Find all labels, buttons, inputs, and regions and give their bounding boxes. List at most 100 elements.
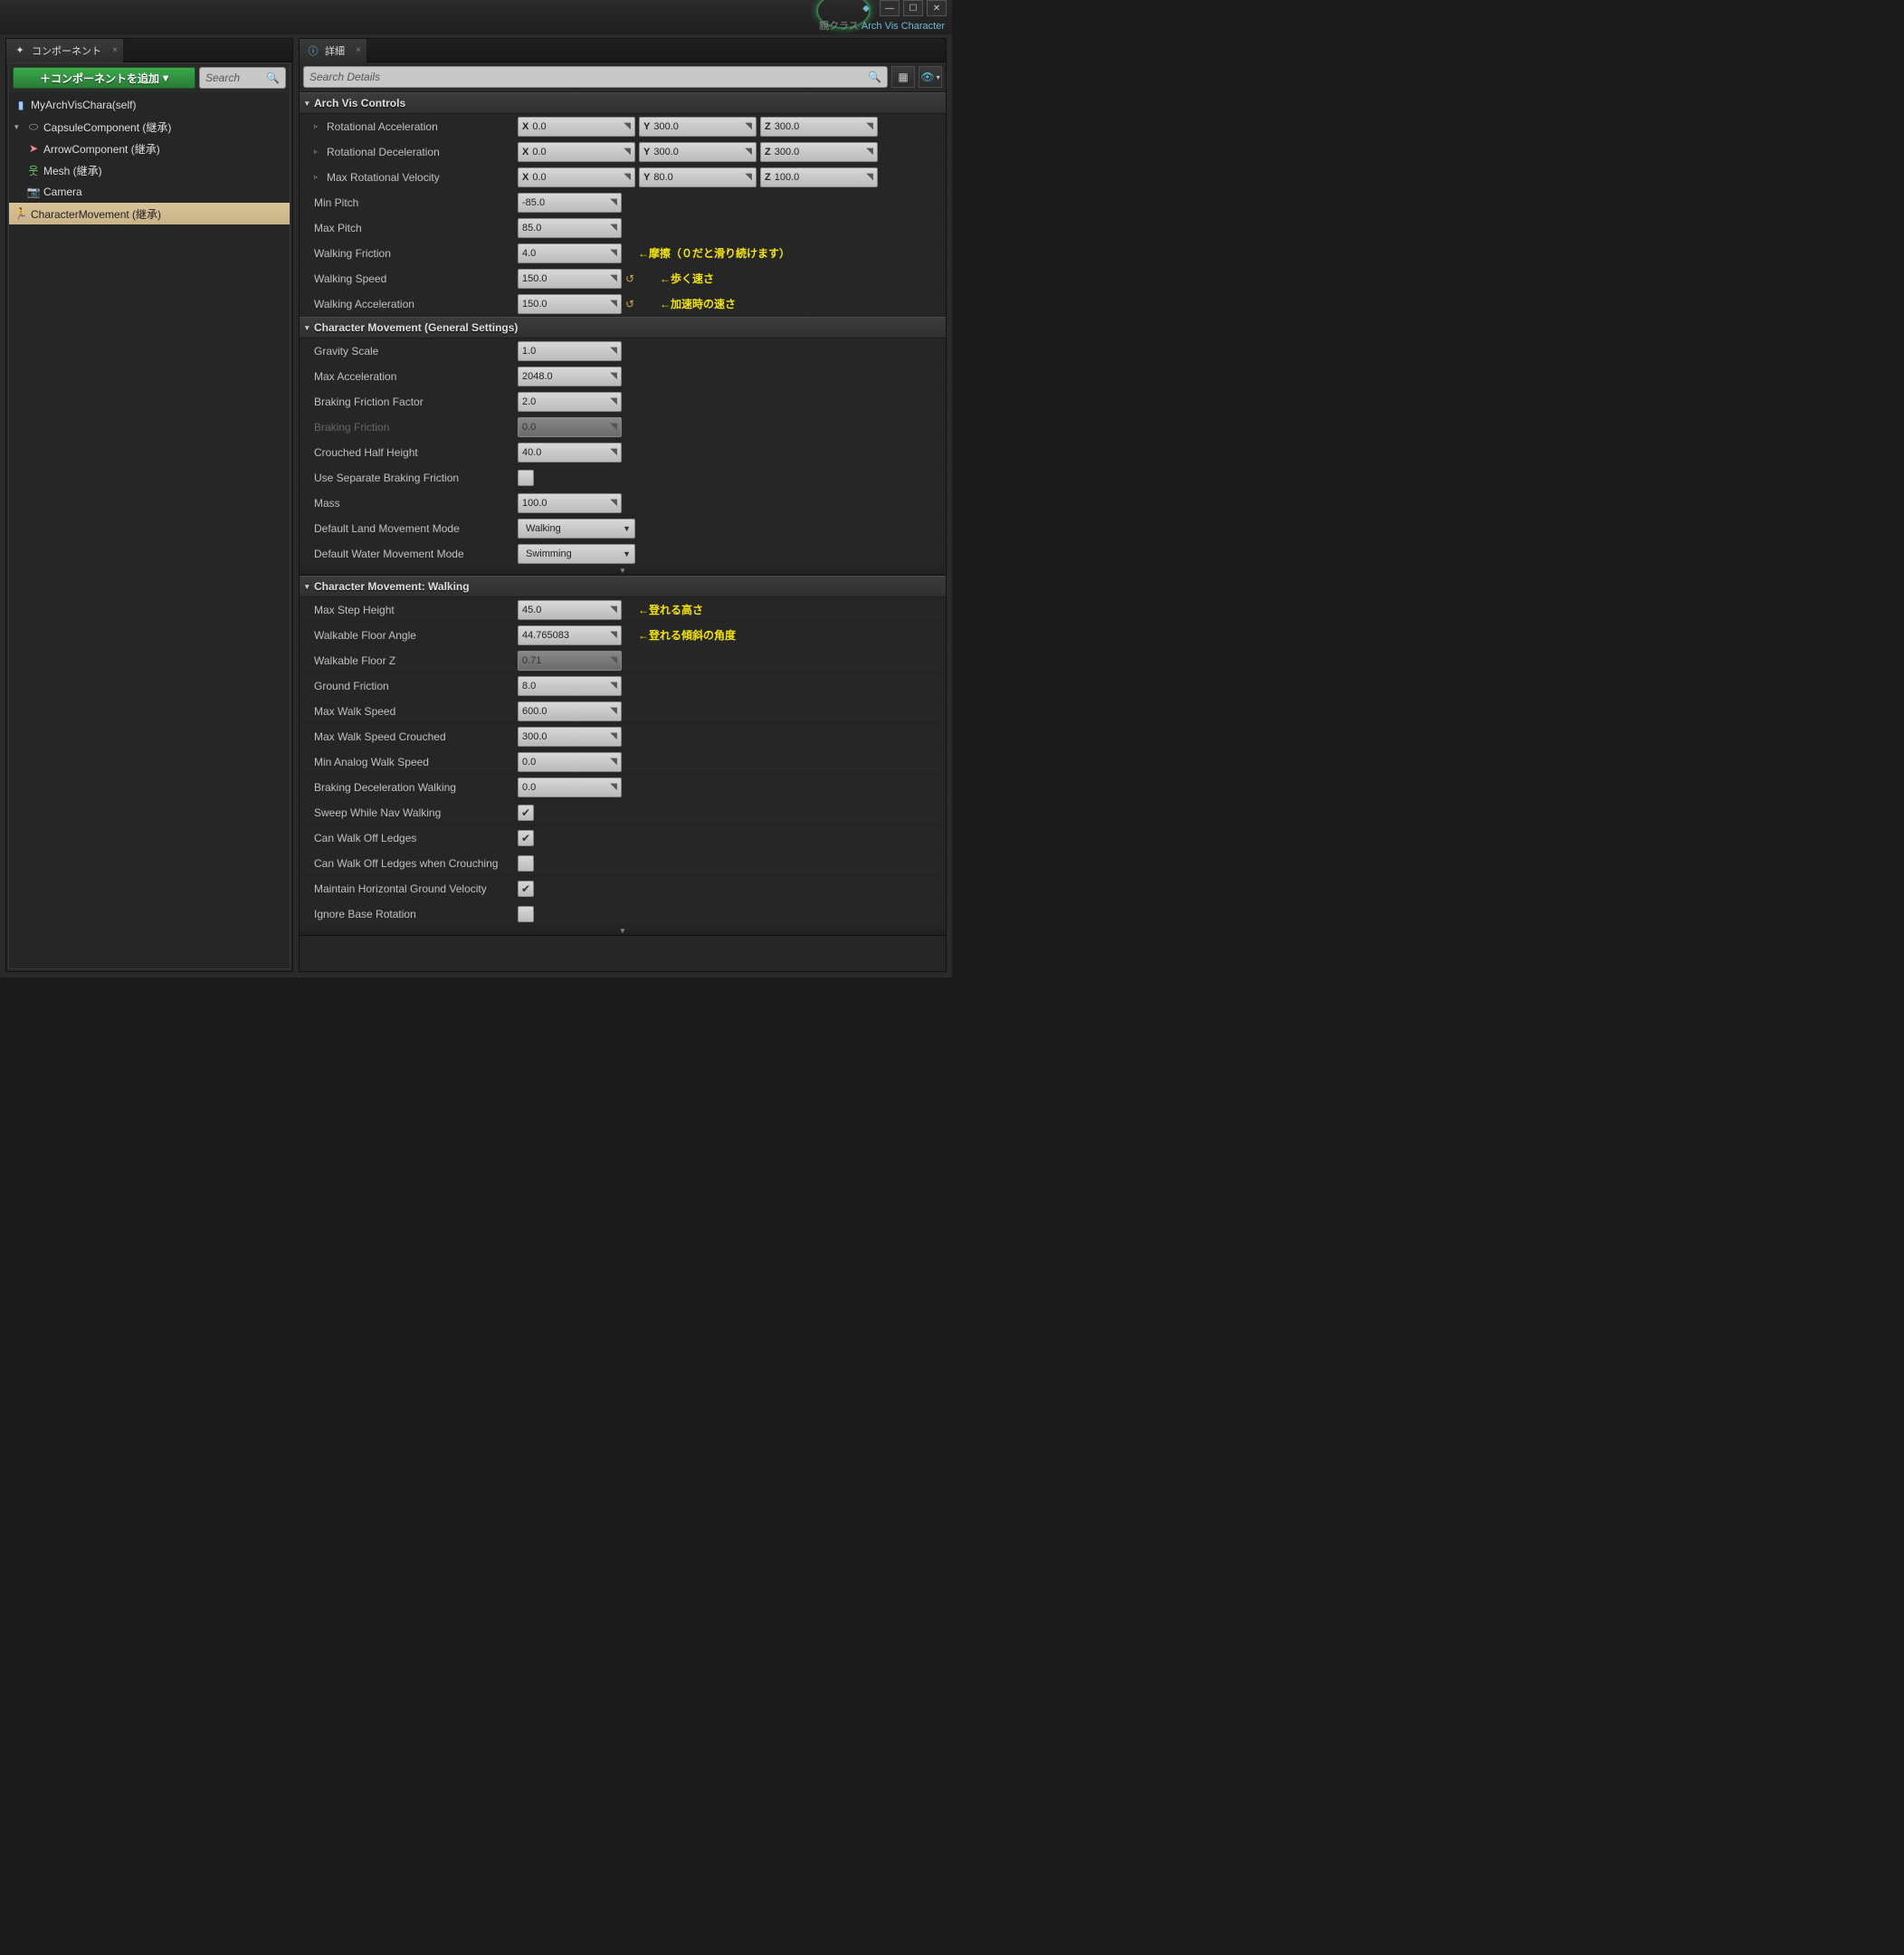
chevron-down-icon: ▾ — [937, 73, 940, 81]
canwalkoffc-checkbox[interactable] — [518, 855, 534, 872]
category-archvis[interactable]: ▾Arch Vis Controls — [300, 92, 946, 114]
gravity-input[interactable]: 1.0◥ — [518, 341, 622, 361]
details-tab[interactable]: ⓘ 詳細 × — [300, 39, 367, 62]
rotdecel-x-input[interactable]: X0.0◥ — [518, 142, 635, 162]
maxstep-input[interactable]: 45.0◥ — [518, 600, 622, 620]
mass-input[interactable]: 100.0◥ — [518, 493, 622, 513]
ignorebaserot-checkbox[interactable] — [518, 906, 534, 922]
prop-label[interactable]: ▹Rotational Deceleration — [314, 146, 518, 158]
tab-close-icon[interactable]: × — [356, 45, 361, 55]
prop-maintain-horizontal-ground-velocity: Maintain Horizontal Ground Velocity✔ — [300, 876, 946, 901]
tree-charmove[interactable]: 🏃 CharacterMovement (継承) — [9, 203, 290, 224]
prop-label: Braking Friction — [314, 421, 518, 434]
annotation: ←摩擦（０だと滑り続けます） — [638, 245, 790, 261]
minpitch-input[interactable]: -85.0◥ — [518, 193, 622, 213]
tree-label: ArrowComponent (継承) — [43, 141, 160, 157]
tree-mesh[interactable]: 웃 Mesh (継承) — [9, 159, 290, 181]
brakedecelw-input[interactable]: 0.0◥ — [518, 777, 622, 797]
search-icon: 🔍 — [266, 72, 280, 84]
details-body[interactable]: ▾Arch Vis Controls ▹Rotational Accelerat… — [300, 92, 946, 971]
prop-label: Max Pitch — [314, 222, 518, 234]
mesh-icon: 웃 — [27, 164, 40, 176]
prop-label: Gravity Scale — [314, 345, 518, 358]
prop-label: Max Walk Speed Crouched — [314, 730, 518, 743]
components-empty — [9, 226, 290, 968]
details-tabbar: ⓘ 詳細 × — [300, 39, 946, 62]
rotaccel-y-input[interactable]: Y300.0◥ — [639, 117, 757, 137]
category-general[interactable]: ▾Character Movement (General Settings) — [300, 317, 946, 339]
maxrotvel-y-input[interactable]: Y80.0◥ — [639, 167, 757, 187]
close-button[interactable]: ✕ — [927, 0, 947, 16]
prop-max-pitch: Max Pitch 85.0◥ — [300, 215, 946, 241]
groundfric-input[interactable]: 8.0◥ — [518, 676, 622, 696]
category-walking[interactable]: ▾Character Movement: Walking — [300, 576, 946, 597]
property-matrix-button[interactable]: ▦ — [891, 66, 915, 88]
maximize-button[interactable]: ☐ — [903, 0, 923, 16]
tree-root[interactable]: ▮ MyArchVisChara(self) — [9, 94, 290, 116]
prop-label: Min Analog Walk Speed — [314, 756, 518, 768]
prop-label: Default Land Movement Mode — [314, 522, 518, 535]
prop-min-analog-walk-speed: Min Analog Walk Speed0.0◥ — [300, 749, 946, 775]
tree-label: CharacterMovement (継承) — [31, 206, 161, 222]
prop-label[interactable]: ▹Max Rotational Velocity — [314, 171, 518, 184]
prop-label: Default Water Movement Mode — [314, 548, 518, 560]
prop-can-walk-off-ledges: Can Walk Off Ledges✔ — [300, 825, 946, 851]
category-expander[interactable]: ▼ — [300, 567, 946, 576]
landmode-dropdown[interactable]: Walking▼ — [518, 519, 635, 539]
maxaccel-input[interactable]: 2048.0◥ — [518, 367, 622, 386]
tree-capsule[interactable]: ▾ ⬭ CapsuleComponent (継承) — [9, 116, 290, 138]
crouchhh-input[interactable]: 40.0◥ — [518, 443, 622, 463]
walkfloora-input[interactable]: 44.765083◥ — [518, 625, 622, 645]
revert-icon[interactable]: ↺ — [625, 298, 638, 310]
expand-icon[interactable]: ▾ — [14, 122, 24, 132]
rotdecel-y-input[interactable]: Y300.0◥ — [639, 142, 757, 162]
prop-max-rotational-velocity: ▹Max Rotational Velocity X0.0◥ Y80.0◥ Z1… — [300, 165, 946, 190]
minimize-button[interactable]: — — [880, 0, 900, 16]
prop-label: Max Step Height — [314, 604, 518, 616]
add-component-button[interactable]: ＋コンポーネントを追加 ▾ — [13, 67, 195, 89]
puzzle-icon: ✦ — [14, 44, 26, 57]
movement-icon: 🏃 — [14, 207, 27, 220]
main-area: ✦ コンポーネント × ＋コンポーネントを追加 ▾ Search 🔍 — [0, 34, 952, 978]
walkspeed-input[interactable]: 150.0◥ — [518, 269, 622, 289]
maintainhgv-checkbox[interactable]: ✔ — [518, 881, 534, 897]
canwalkoff-checkbox[interactable]: ✔ — [518, 830, 534, 846]
tree-camera[interactable]: 📷 Camera — [9, 181, 290, 203]
component-search-input[interactable]: Search 🔍 — [199, 67, 286, 89]
maxrotvel-x-input[interactable]: X0.0◥ — [518, 167, 635, 187]
prop-braking-deceleration-walking: Braking Deceleration Walking0.0◥ — [300, 775, 946, 800]
capsule-icon: ⬭ — [27, 120, 40, 133]
tree-arrow[interactable]: ➤ ArrowComponent (継承) — [9, 138, 290, 159]
sweepnav-checkbox[interactable]: ✔ — [518, 805, 534, 821]
brakeff-input[interactable]: 2.0◥ — [518, 392, 622, 412]
usesepbf-checkbox[interactable] — [518, 470, 534, 486]
maxwalksp-input[interactable]: 600.0◥ — [518, 701, 622, 721]
revert-icon[interactable]: ↺ — [625, 272, 638, 285]
components-tabbar: ✦ コンポーネント × — [6, 39, 292, 62]
view-options-button[interactable]: 👁 ▾ — [919, 66, 942, 88]
prop-ground-friction: Ground Friction8.0◥ — [300, 673, 946, 699]
details-search-input[interactable]: Search Details 🔍 — [303, 66, 888, 88]
prop-label: Can Walk Off Ledges — [314, 832, 518, 844]
maxrotvel-z-input[interactable]: Z100.0◥ — [760, 167, 878, 187]
prop-label: Walking Acceleration — [314, 298, 518, 310]
prop-braking-friction-factor: Braking Friction Factor2.0◥ — [300, 389, 946, 415]
minanalog-input[interactable]: 0.0◥ — [518, 752, 622, 772]
prop-label: Walkable Floor Angle — [314, 629, 518, 642]
watermode-dropdown[interactable]: Swimming▼ — [518, 544, 635, 564]
category-expander[interactable]: ▼ — [300, 927, 946, 936]
walkaccel-input[interactable]: 150.0◥ — [518, 294, 622, 314]
parent-class-link[interactable]: Arch Vis Character — [862, 21, 945, 32]
rotaccel-z-input[interactable]: Z300.0◥ — [760, 117, 878, 137]
prop-label[interactable]: ▹Rotational Acceleration — [314, 120, 518, 133]
maxpitch-input[interactable]: 85.0◥ — [518, 218, 622, 238]
eye-icon: 👁 — [920, 71, 934, 83]
details-tab-label: 詳細 — [325, 43, 345, 58]
walkfric-input[interactable]: 4.0◥ — [518, 243, 622, 263]
maxwalkspc-input[interactable]: 300.0◥ — [518, 727, 622, 747]
rotaccel-x-input[interactable]: X0.0◥ — [518, 117, 635, 137]
components-tab[interactable]: ✦ コンポーネント × — [6, 39, 124, 62]
rotdecel-z-input[interactable]: Z300.0◥ — [760, 142, 878, 162]
tab-close-icon[interactable]: × — [112, 45, 118, 55]
component-tree: ▮ MyArchVisChara(self) ▾ ⬭ CapsuleCompon… — [9, 92, 290, 226]
